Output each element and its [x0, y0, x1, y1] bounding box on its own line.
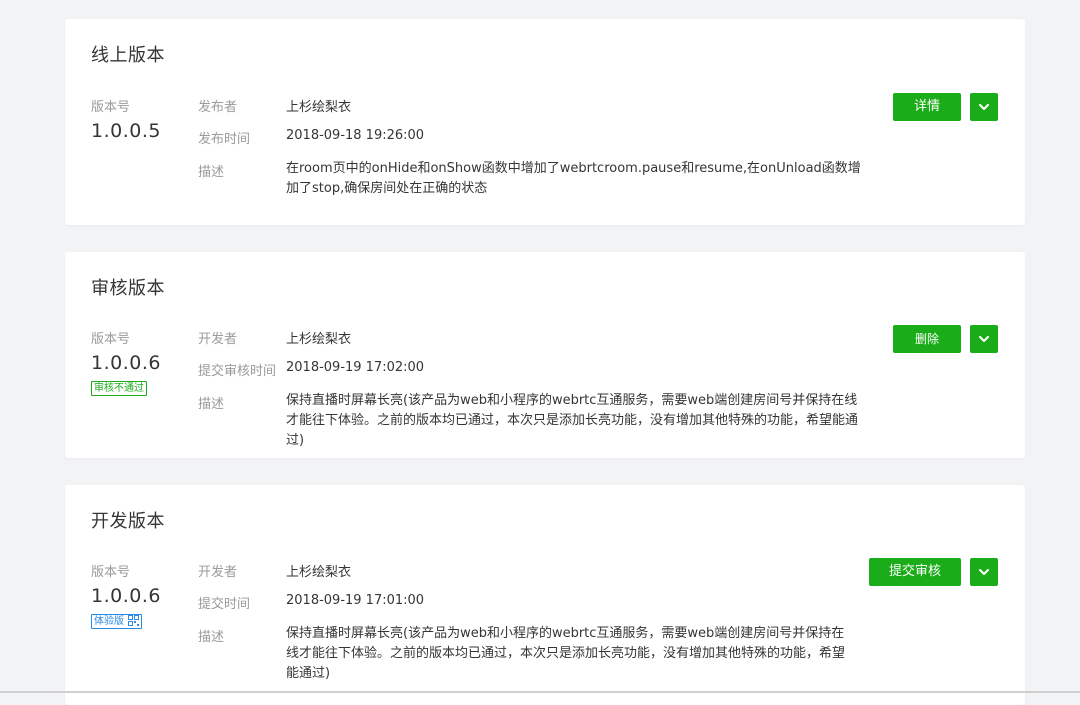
- card-title: 开发版本: [91, 511, 165, 532]
- description-label: 描述: [198, 630, 225, 645]
- time-label: 发布时间: [198, 132, 251, 147]
- time-value: 2018-09-19 17:01:00: [286, 593, 425, 608]
- trial-badge-label: 体验版: [94, 616, 124, 627]
- author-label: 开发者: [198, 565, 238, 580]
- time-value: 2018-09-19 17:02:00: [286, 360, 425, 375]
- dev-version-card: 开发版本 版本号 1.0.0.6 体验版 开发者 上杉绘梨衣 提交时间 2018…: [65, 485, 1025, 705]
- review-version-card: 审核版本 版本号 1.0.0.6 审核不通过 开发者 上杉绘梨衣 提交审核时间 …: [65, 252, 1025, 458]
- author-value: 上杉绘梨衣: [286, 565, 352, 580]
- more-options-button[interactable]: [970, 325, 998, 353]
- author-label: 开发者: [198, 332, 238, 347]
- time-label: 提交审核时间: [198, 364, 277, 379]
- description-label: 描述: [198, 397, 225, 412]
- chevron-down-icon: [979, 336, 989, 342]
- version-label: 版本号: [91, 565, 131, 580]
- qrcode-icon: [128, 615, 140, 626]
- card-title: 线上版本: [91, 45, 165, 66]
- time-value: 2018-09-18 19:26:00: [286, 128, 425, 143]
- status-badge: 体验版: [91, 614, 143, 629]
- status-badge: 审核不通过: [91, 381, 147, 396]
- version-label: 版本号: [91, 100, 131, 115]
- author-value: 上杉绘梨衣: [286, 100, 352, 115]
- details-button[interactable]: 详情: [893, 93, 961, 121]
- description-text: 保持直播时屏幕长亮(该产品为web和小程序的webrtc互通服务，需要web端创…: [286, 626, 846, 681]
- card-title: 审核版本: [91, 278, 165, 299]
- version-number: 1.0.0.5: [91, 120, 161, 142]
- version-label: 版本号: [91, 332, 131, 347]
- chevron-down-icon: [979, 104, 989, 110]
- description-text: 在room页中的onHide和onShow函数中增加了webrtcroom.pa…: [286, 161, 861, 196]
- description-text: 保持直播时屏幕长亮(该产品为web和小程序的webrtc互通服务，需要web端创…: [286, 393, 859, 448]
- author-value: 上杉绘梨衣: [286, 332, 352, 347]
- more-options-button[interactable]: [970, 93, 998, 121]
- time-label: 提交时间: [198, 597, 251, 612]
- description-label: 描述: [198, 165, 225, 180]
- online-version-card: 线上版本 版本号 1.0.0.5 发布者 上杉绘梨衣 发布时间 2018-09-…: [65, 19, 1025, 225]
- version-number: 1.0.0.6: [91, 585, 161, 607]
- chevron-down-icon: [979, 569, 989, 575]
- submit-review-button[interactable]: 提交审核: [869, 558, 961, 586]
- version-number: 1.0.0.6: [91, 352, 161, 374]
- delete-button[interactable]: 删除: [893, 325, 961, 353]
- more-options-button[interactable]: [970, 558, 998, 586]
- author-label: 发布者: [198, 100, 238, 115]
